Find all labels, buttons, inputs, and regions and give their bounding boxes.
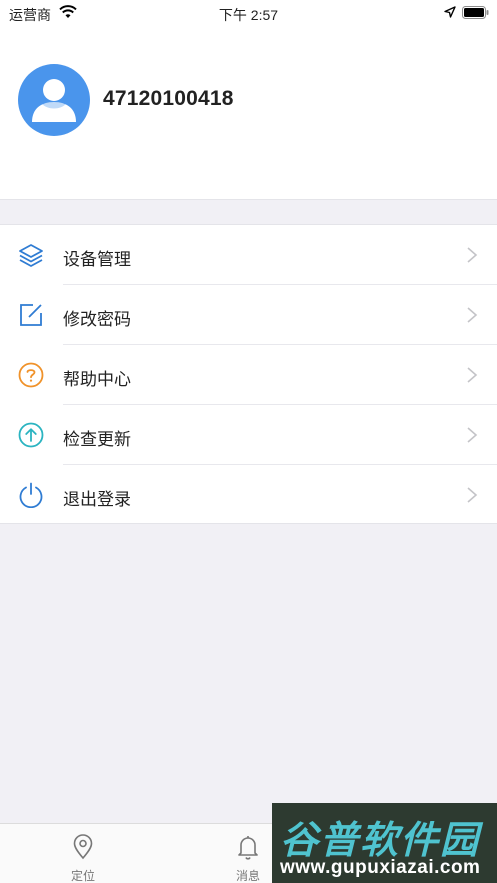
menu-item-change-password[interactable]: 修改密码 <box>0 285 497 345</box>
edit-icon <box>20 304 42 326</box>
menu-item-logout[interactable]: 退出登录 <box>0 465 497 525</box>
chevron-right-icon <box>467 367 478 383</box>
bell-icon <box>238 836 258 860</box>
menu-item-label: 设备管理 <box>63 250 131 269</box>
chevron-right-icon <box>467 487 478 503</box>
menu-item-label: 检查更新 <box>63 430 131 449</box>
menu-item-label: 修改密码 <box>63 310 131 329</box>
question-icon <box>18 362 44 388</box>
power-icon <box>19 482 43 508</box>
menu-item-help-center[interactable]: 帮助中心 <box>0 345 497 405</box>
watermark-title: 谷普软件园 <box>280 820 481 862</box>
layers-icon <box>19 244 43 267</box>
settings-menu: 设备管理 修改密码 帮助中心 检查更新 退出登录 <box>0 224 497 524</box>
location-pin-icon <box>73 834 93 860</box>
status-bar: 运营商 下午 2:57 <box>0 0 497 26</box>
chevron-right-icon <box>467 307 478 323</box>
chevron-right-icon <box>467 427 478 443</box>
username: 47120100418 <box>103 87 234 110</box>
menu-item-device-management[interactable]: 设备管理 <box>0 225 497 285</box>
menu-item-check-update[interactable]: 检查更新 <box>0 405 497 465</box>
watermark-url: www.gupuxiazai.com <box>280 857 481 878</box>
watermark: 谷普软件园 www.gupuxiazai.com <box>272 803 497 883</box>
battery-icon <box>462 6 489 19</box>
location-arrow-icon <box>444 6 456 18</box>
upload-arrow-icon <box>18 422 44 448</box>
tab-label: 定位 <box>70 869 95 883</box>
menu-item-label: 帮助中心 <box>63 370 131 389</box>
avatar[interactable] <box>18 64 90 136</box>
profile-header: 47120100418 <box>0 26 497 200</box>
tab-location[interactable]: 定位 <box>21 824 145 883</box>
person-avatar-icon <box>32 79 76 122</box>
chevron-right-icon <box>467 247 478 263</box>
status-time: 下午 2:57 <box>218 7 279 23</box>
menu-item-label: 退出登录 <box>63 490 131 509</box>
